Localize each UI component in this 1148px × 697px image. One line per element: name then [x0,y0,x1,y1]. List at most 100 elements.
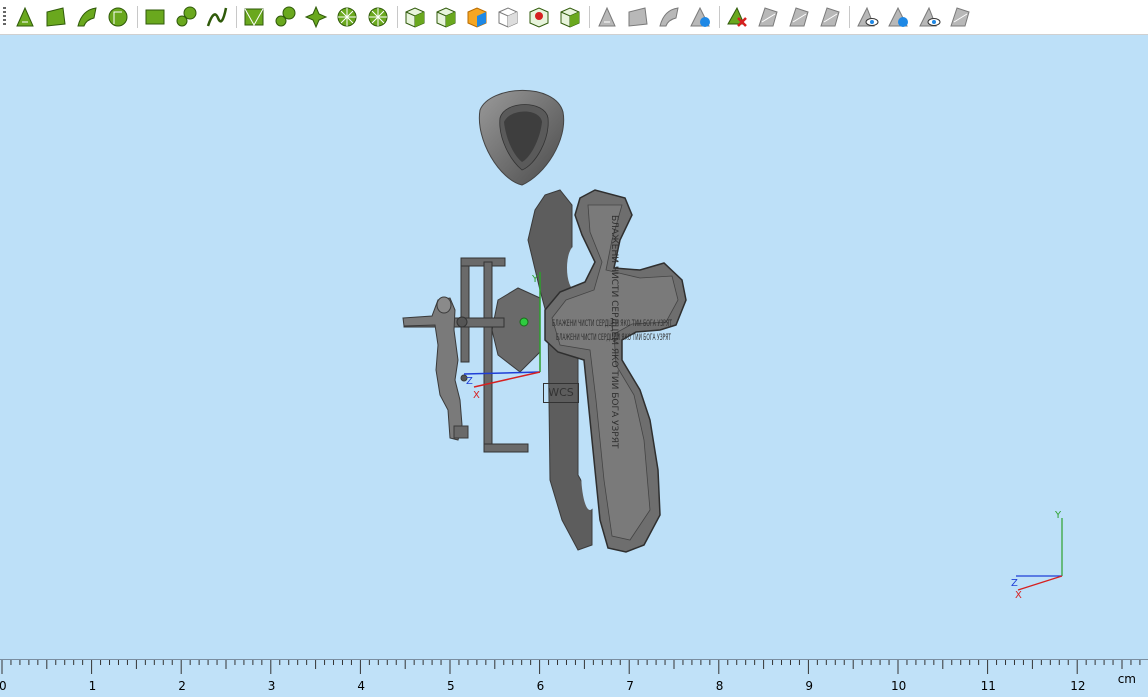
spline-tool-icon [204,4,230,30]
circle-tool-button[interactable] [105,4,131,30]
solid-red-icon [526,4,552,30]
wheel-tool-button[interactable] [334,4,360,30]
gray-copy-icon [786,4,812,30]
main-toolbar [0,0,1148,35]
bail-ring[interactable] [478,89,565,186]
axis-x-label: X [473,390,480,401]
ruler-label: 2 [178,679,186,693]
triangle-tool-icon [12,4,38,30]
plane-tool-button[interactable] [43,4,69,30]
mesh-plane-button[interactable] [241,4,267,30]
knot-tool-icon [173,4,199,30]
hide-plane-button[interactable] [947,4,973,30]
ruler-label: 0 [0,679,7,693]
delete-object-button[interactable] [724,4,750,30]
solid-color-icon [464,4,490,30]
gray-split-icon [755,4,781,30]
cross-inscription-vertical: БЛАЖЕНИ ЧИСТИ СЕРДЦЕМ ЯКО ТИИ БОГА УЗРЯТ [609,215,619,449]
gray-plane-button[interactable] [625,4,651,30]
ruler-label: 4 [357,679,365,693]
toolbar-grip[interactable] [3,7,6,27]
gray-shape-icon [817,4,843,30]
axis-z-line [463,371,541,375]
gray-triangle-button[interactable] [594,4,620,30]
mesh-plane-icon [241,4,267,30]
toolbar-separator [397,6,398,28]
toolbar-separator [849,6,850,28]
wheel-cut-button[interactable] [365,4,391,30]
solid-outline-icon [495,4,521,30]
gray-split-button[interactable] [755,4,781,30]
solid-green-button[interactable] [557,4,583,30]
plane-tool-icon [43,4,69,30]
eye-blue-icon [885,4,911,30]
solid-red-button[interactable] [526,4,552,30]
3d-viewport[interactable]: БЛАЖЕНИ ЧИСТИ СЕРДЦЕМ ЯКО ТИИ БОГА УЗРЯТ… [0,35,1148,659]
gray-arrow-button[interactable] [656,4,682,30]
gray-plane-icon [625,4,651,30]
ruler-label: 11 [981,679,996,693]
rectangle-tool-icon [142,4,168,30]
ruler-label: 5 [447,679,455,693]
mini-axis-triad: Y Z X [1011,510,1063,601]
hide-plane-icon [947,4,973,30]
curve-plane-icon [74,4,100,30]
axis-y-label: Y [531,274,539,285]
ruler-label: 10 [891,679,906,693]
cross-inscription-horizontal-2: БЛАЖЕНИ ЧИСТИ СЕРДЦЕМ ЯКО ТИИ БОГА УЗРЯТ [556,333,671,343]
ruler-scale: 0 1 2 3 4 5 6 7 8 9 10 11 12 [0,660,1141,693]
ruler-label: 8 [716,679,724,693]
solid-cut-icon [433,4,459,30]
ruler-label: 6 [537,679,545,693]
circle-tool-icon [105,4,131,30]
nodes-tool-icon [272,4,298,30]
knot-tool-button[interactable] [173,4,199,30]
bottom-ruler: 0 1 2 3 4 5 6 7 8 9 10 11 12 cm [0,659,1148,697]
axis-z-label: Z [466,376,473,387]
ruler-label: 12 [1070,679,1085,693]
mini-axis-x-label: X [1015,590,1022,601]
toolbar-separator [719,6,720,28]
mini-axis-y-label: Y [1054,510,1062,521]
blue-plane-icon [687,4,713,30]
solid-box-icon [402,4,428,30]
gray-shape-button[interactable] [817,4,843,30]
eye-plane-button[interactable] [854,4,880,30]
eye-blue-button[interactable] [885,4,911,30]
toolbar-separator [236,6,237,28]
ruler-label: 1 [89,679,97,693]
ruler-unit-label: cm [1117,672,1136,686]
scene: БЛАЖЕНИ ЧИСТИ СЕРДЦЕМ ЯКО ТИИ БОГА УЗРЯТ… [402,89,1063,601]
solid-color-button[interactable] [464,4,490,30]
solid-green-icon [557,4,583,30]
toolbar-separator [589,6,590,28]
solid-outline-button[interactable] [495,4,521,30]
mount-plate[interactable] [491,287,541,373]
mini-axis-z-label: Z [1011,578,1018,589]
ruler-label: 7 [626,679,634,693]
blue-plane-button[interactable] [687,4,713,30]
solid-cut-button[interactable] [433,4,459,30]
pivot-point-marker[interactable] [519,317,529,327]
triangle-tool-button[interactable] [12,4,38,30]
eye-triangle-button[interactable] [916,4,942,30]
spline-tool-button[interactable] [204,4,230,30]
cross-inscription-horizontal: БЛАЖЕНИ ЧИСТИ СЕРДЦЕМ ЯКО ТИИ БОГА УЗРЯТ [552,319,672,329]
rectangle-tool-button[interactable] [142,4,168,30]
eye-triangle-icon [916,4,942,30]
eye-plane-icon [854,4,880,30]
wheel-tool-icon [334,4,360,30]
curve-plane-button[interactable] [74,4,100,30]
cross-tool-button[interactable] [303,4,329,30]
delete-object-icon [724,4,750,30]
nodes-tool-button[interactable] [272,4,298,30]
gray-triangle-icon [594,4,620,30]
wheel-cut-icon [365,4,391,30]
solid-box-button[interactable] [402,4,428,30]
toolbar-separator [137,6,138,28]
ruler-label: 3 [268,679,276,693]
ruler-label: 9 [805,679,813,693]
gray-copy-button[interactable] [786,4,812,30]
wcs-label: WCS [543,383,579,403]
gray-arrow-icon [656,4,682,30]
